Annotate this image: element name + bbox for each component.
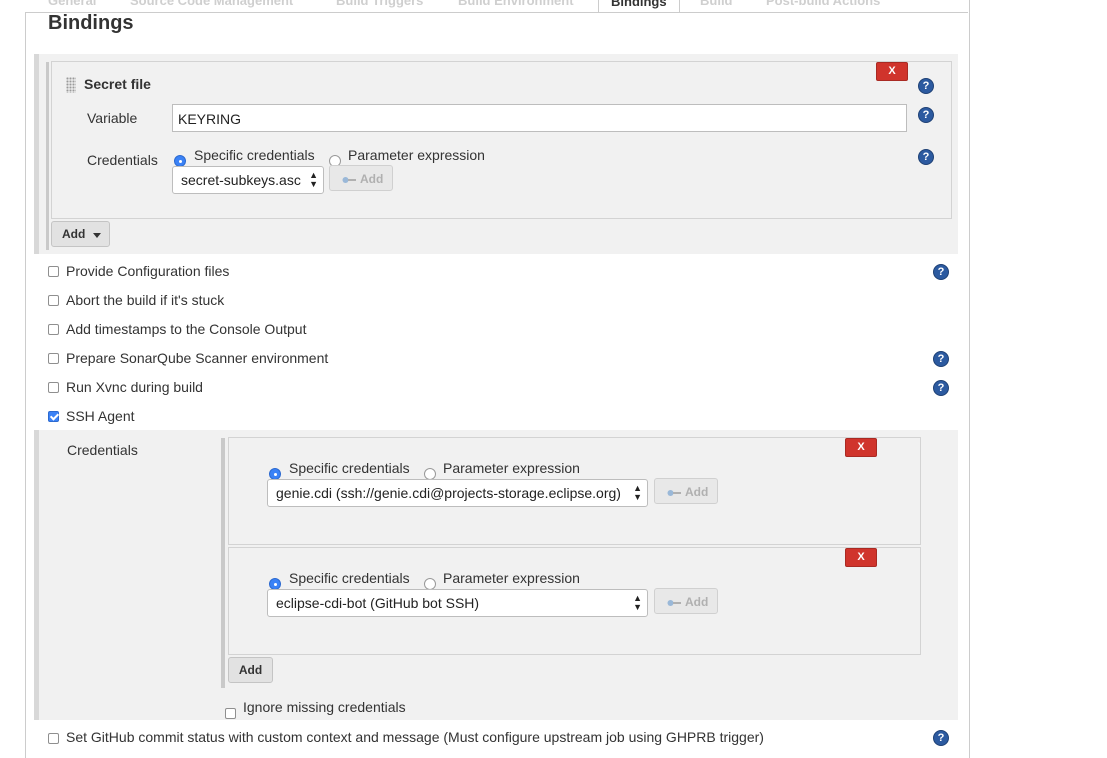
help-icon[interactable]: ? <box>933 380 949 396</box>
option-label: Run Xvnc during build <box>66 379 203 395</box>
checkbox-run-xvnc[interactable] <box>48 382 59 393</box>
radio-specific-label: Specific credentials <box>194 147 315 163</box>
ssh-credentials-bar <box>221 438 225 688</box>
select-arrows-icon: ▲ ▼ <box>633 593 642 612</box>
radio-specific-label: Specific credentials <box>289 460 410 476</box>
add-ssh-credential-button[interactable]: Add <box>654 588 718 614</box>
checkbox-abort-if-stuck[interactable] <box>48 295 59 306</box>
bindings-indent-bar <box>34 54 39 254</box>
help-icon[interactable]: ? <box>918 149 934 165</box>
ssh-credentials-label: Credentials <box>67 442 138 458</box>
add-binding-button[interactable]: Add <box>51 221 110 247</box>
checkbox-provide-config-files[interactable] <box>48 266 59 277</box>
option-label: Add timestamps to the Console Output <box>66 321 307 337</box>
checkbox-ssh-agent[interactable] <box>48 411 59 422</box>
drag-handle-icon[interactable] <box>66 77 76 93</box>
option-label: Set GitHub commit status with custom con… <box>66 729 764 745</box>
tab-build[interactable]: Build <box>700 0 733 10</box>
key-icon <box>667 489 681 496</box>
delete-ssh-credential-button[interactable]: X <box>845 438 877 457</box>
help-icon[interactable]: ? <box>933 351 949 367</box>
checkbox-add-timestamps[interactable] <box>48 324 59 335</box>
help-icon[interactable]: ? <box>918 107 934 123</box>
key-icon <box>667 599 681 606</box>
delete-secret-file-button[interactable]: X <box>876 62 908 81</box>
tab-post-build-actions[interactable]: Post-build Actions <box>766 0 880 10</box>
secret-file-binding <box>51 61 952 219</box>
ssh-indent-bar <box>34 430 39 720</box>
variable-label: Variable <box>87 110 138 126</box>
credential-select[interactable]: secret-subkeys.asc ▲ ▼ <box>172 166 324 194</box>
checkbox-sonarqube[interactable] <box>48 353 59 364</box>
help-icon[interactable]: ? <box>933 730 949 746</box>
tab-general[interactable]: General <box>48 0 96 10</box>
delete-ssh-credential-button[interactable]: X <box>845 548 877 567</box>
radio-parameter-label: Parameter expression <box>348 147 485 163</box>
section-title: Bindings <box>48 12 134 34</box>
tab-build-triggers[interactable]: Build Triggers <box>336 0 423 10</box>
add-credential-label: Add <box>360 172 384 186</box>
caret-down-icon <box>93 233 101 238</box>
credentials-label: Credentials <box>87 152 158 168</box>
radio-specific-label: Specific credentials <box>289 570 410 586</box>
ssh-credential-select[interactable]: genie.cdi (ssh://genie.cdi@projects-stor… <box>267 479 648 507</box>
ssh-credential-select-value: genie.cdi (ssh://genie.cdi@projects-stor… <box>276 485 621 501</box>
checkbox-github-commit-status[interactable] <box>48 733 59 744</box>
help-icon[interactable]: ? <box>933 264 949 280</box>
select-arrows-icon: ▲ ▼ <box>309 170 318 189</box>
add-ssh-credential-entry-button[interactable]: Add <box>228 657 273 683</box>
add-binding-label: Add <box>62 227 86 241</box>
key-icon <box>342 176 356 183</box>
option-label: SSH Agent <box>66 408 135 424</box>
variable-input[interactable]: KEYRING <box>172 104 907 132</box>
tab-build-environment[interactable]: Build Environment <box>458 0 574 10</box>
radio-parameter-label: Parameter expression <box>443 570 580 586</box>
option-label: Provide Configuration files <box>66 263 230 279</box>
option-label: Prepare SonarQube Scanner environment <box>66 350 329 366</box>
ssh-credential-select-value: eclipse-cdi-bot (GitHub bot SSH) <box>276 595 480 611</box>
select-arrows-icon: ▲ ▼ <box>633 483 642 502</box>
ignore-missing-label: Ignore missing credentials <box>243 699 406 715</box>
add-credential-label: Add <box>685 595 709 609</box>
add-credential-button[interactable]: Add <box>329 165 393 191</box>
tab-source-code-management[interactable]: Source Code Management <box>130 0 293 10</box>
help-icon[interactable]: ? <box>918 78 934 94</box>
secret-file-title: Secret file <box>84 76 151 92</box>
bindings-inner-bar <box>46 62 49 250</box>
tab-bindings[interactable]: Bindings <box>598 0 680 12</box>
radio-parameter-label: Parameter expression <box>443 460 580 476</box>
checkbox-ignore-missing-credentials[interactable] <box>225 708 236 719</box>
option-label: Abort the build if it's stuck <box>66 292 225 308</box>
add-credential-label: Add <box>685 485 709 499</box>
ssh-credential-select[interactable]: eclipse-cdi-bot (GitHub bot SSH) ▲ ▼ <box>267 589 648 617</box>
add-ssh-credential-button[interactable]: Add <box>654 478 718 504</box>
credential-select-value: secret-subkeys.asc <box>181 172 301 188</box>
